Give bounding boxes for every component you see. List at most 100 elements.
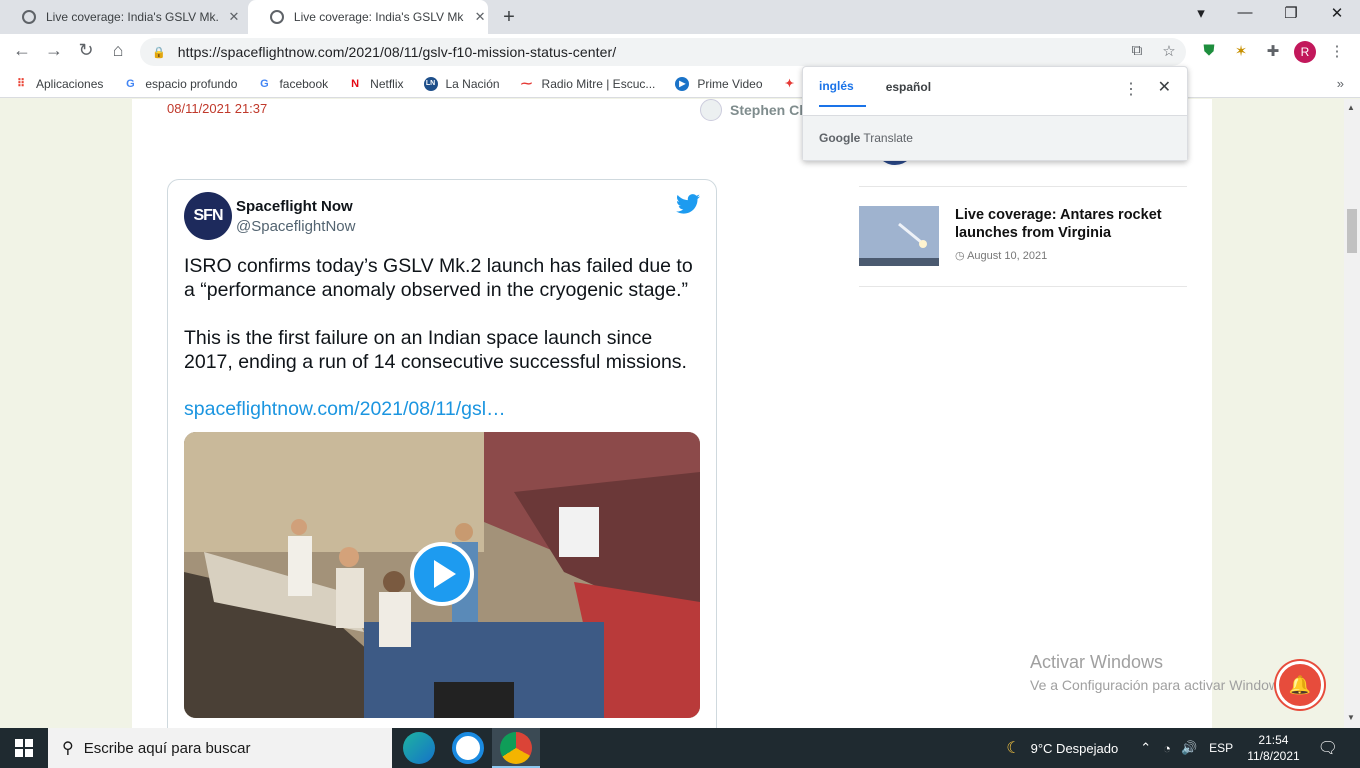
reload-button[interactable]: ↻ <box>74 40 98 61</box>
forward-button[interactable]: → <box>42 40 66 61</box>
address-bar[interactable]: 🔒 https://spaceflightnow.com/2021/08/11/… <box>140 38 1186 66</box>
tweet-author-handle[interactable]: @SpaceflightNow <box>236 218 355 235</box>
notification-bell-icon[interactable]: 🔔 <box>1276 661 1324 709</box>
tweet-video[interactable] <box>184 432 700 718</box>
post-thumbnail[interactable] <box>859 206 939 266</box>
primevideo-icon: ▶ <box>675 76 690 91</box>
url-text[interactable]: https://spaceflightnow.com/2021/08/11/gs… <box>178 44 617 60</box>
search-icon: ⚲ <box>62 740 74 757</box>
author-avatar <box>700 99 722 121</box>
translate-icon[interactable]: ⧉ <box>1126 42 1148 59</box>
puzzle-icon[interactable]: ✚ <box>1262 42 1284 60</box>
translate-options-icon[interactable]: ⋮ <box>1123 79 1139 99</box>
clock-date: 11/8/2021 <box>1247 749 1300 763</box>
bookmark-label: espacio profundo <box>145 76 238 91</box>
search-placeholder: Escribe aquí para buscar <box>83 739 251 757</box>
translate-footer: Google Translate <box>803 115 1187 160</box>
play-video-button[interactable] <box>410 542 474 606</box>
author-name: Stephen Cl <box>730 102 804 118</box>
tweet-text-paragraph-2: This is the first failure on an Indian s… <box>184 327 687 373</box>
bookmark-la-nacion[interactable]: LN La Nación <box>423 76 500 91</box>
input-language[interactable]: ESP <box>1209 741 1233 755</box>
edge-app-icon[interactable] <box>403 732 435 764</box>
system-tray: ☾ 9°C Despejado ⌃ ◔ 🔊 ESP 21:54 11/8/202… <box>1006 728 1360 768</box>
globe-icon <box>270 10 284 24</box>
bookmark-netflix[interactable]: N Netflix <box>348 77 403 91</box>
bookmark-label: Netflix <box>370 76 404 91</box>
start-button[interactable] <box>0 728 48 768</box>
close-tab-icon[interactable]: ✕ <box>472 9 488 25</box>
new-tab-button[interactable]: + <box>498 6 520 29</box>
google-icon: G <box>126 77 135 90</box>
volume-icon[interactable]: 🔊 <box>1181 740 1197 756</box>
tweet-link[interactable]: spaceflightnow.com/2021/08/11/gsl… <box>184 398 506 421</box>
bookmark-label: Aplicaciones <box>36 76 104 91</box>
home-button[interactable]: ⌂ <box>106 40 130 61</box>
post-date: ◷ August 10, 2021 <box>955 250 1048 262</box>
tweet-text-paragraph-1: ISRO confirms today’s GSLV Mk.2 launch h… <box>184 255 693 301</box>
bookmark-label: Prime Video <box>697 76 763 91</box>
extension-icon[interactable]: ✶ <box>1230 42 1252 60</box>
scroll-up-icon[interactable]: ▲ <box>1347 103 1355 112</box>
browser-tab-1[interactable]: Live coverage: India's GSLV Mk.2 ✕ <box>0 0 248 34</box>
close-icon[interactable]: ✕ <box>1158 77 1171 97</box>
twitter-bird-icon[interactable] <box>676 194 700 214</box>
shield-extension-icon[interactable]: ⛊ <box>1198 42 1220 59</box>
post-title[interactable]: Live coverage: Antares rocket launches f… <box>955 206 1185 242</box>
bookmark-icon: ✦ <box>784 78 795 90</box>
browser-toolbar: ← → ↻ ⌂ 🔒 https://spaceflightnow.com/202… <box>0 34 1360 70</box>
bookmark-label: Radio Mitre | Escuc... <box>541 76 656 91</box>
close-tab-icon[interactable]: ✕ <box>226 9 242 25</box>
author-byline[interactable]: Stephen Cl <box>700 99 803 121</box>
netflix-icon: N <box>351 77 360 90</box>
google-logo: Google <box>819 131 861 145</box>
profile-avatar[interactable]: R <box>1294 41 1316 63</box>
bookmark-prime-video[interactable]: ▶ Prime Video <box>675 76 763 91</box>
back-button[interactable]: ← <box>10 40 34 61</box>
clock-time: 21:54 <box>1258 733 1289 747</box>
tab-source-language[interactable]: inglés <box>819 67 866 107</box>
tab-target-language[interactable]: español <box>886 67 949 107</box>
post-timestamp: 08/11/2021 21:37 <box>167 101 268 116</box>
windows-logo-icon <box>15 739 33 757</box>
scroll-down-icon[interactable]: ▼ <box>1347 713 1355 722</box>
web-page: 08/11/2021 21:37 Stephen Cl SFN Spacefli… <box>0 99 1344 728</box>
globe-icon <box>22 10 36 24</box>
translate-language-tabs: inglés español <box>819 67 969 107</box>
browser-tab-2-active[interactable]: Live coverage: India's GSLV Mk.2 ✕ <box>248 0 488 34</box>
embedded-tweet[interactable]: SFN Spaceflight Now @SpaceflightNow ISRO… <box>167 179 717 728</box>
weather-text[interactable]: 9°C Despejado <box>1031 741 1119 756</box>
bookmarks-overflow-icon[interactable]: » <box>1337 76 1344 91</box>
sidebar-post-antares[interactable]: Live coverage: Antares rocket launches f… <box>859 199 1187 287</box>
bookmark-label: facebook <box>279 76 329 91</box>
apps-grid-icon: ⠿ <box>16 78 26 90</box>
bookmark-radio-mitre[interactable]: ⁓ Radio Mitre | Escuc... <box>520 76 656 91</box>
tweet-avatar[interactable]: SFN <box>184 192 232 240</box>
restore-button[interactable]: ❐ <box>1276 4 1306 22</box>
internet-explorer-icon[interactable] <box>452 732 484 764</box>
page-scrollbar[interactable]: ▲ ▼ <box>1344 99 1360 728</box>
network-icon[interactable]: ◔ <box>1163 741 1171 756</box>
minimize-button[interactable]: — <box>1230 4 1260 21</box>
tab-search-icon[interactable]: ▾ <box>1186 4 1216 22</box>
clock[interactable]: 21:54 11/8/2021 <box>1247 732 1300 764</box>
tab-title: Live coverage: India's GSLV Mk.2 <box>46 10 218 24</box>
chrome-app-icon <box>500 732 532 764</box>
moon-weather-icon[interactable]: ☾ <box>1006 738 1020 758</box>
lock-icon[interactable]: 🔒 <box>152 46 166 59</box>
play-icon <box>434 560 456 588</box>
bookmark-star-icon[interactable]: ☆ <box>1158 42 1180 60</box>
google-icon: G <box>260 77 269 90</box>
close-window-button[interactable]: ✕ <box>1322 4 1352 22</box>
tray-chevron-icon[interactable]: ⌃ <box>1140 740 1151 756</box>
activate-windows-watermark: Activar Windows Ve a Configuración para … <box>1030 652 1290 693</box>
tweet-author-name[interactable]: Spaceflight Now <box>236 198 353 215</box>
scrollbar-thumb[interactable] <box>1347 209 1357 253</box>
bookmark-apps[interactable]: ⠿ Aplicaciones <box>14 77 103 91</box>
chrome-taskbar-button[interactable] <box>492 728 540 768</box>
more-menu-icon[interactable]: ⋮ <box>1326 42 1348 60</box>
bookmark-facebook[interactable]: G facebook <box>257 77 328 91</box>
taskbar-search-box[interactable]: ⚲ Escribe aquí para buscar <box>48 728 392 768</box>
notifications-icon[interactable]: 🗨 <box>1318 738 1338 758</box>
bookmark-espacio-profundo[interactable]: G espacio profundo <box>123 77 237 91</box>
